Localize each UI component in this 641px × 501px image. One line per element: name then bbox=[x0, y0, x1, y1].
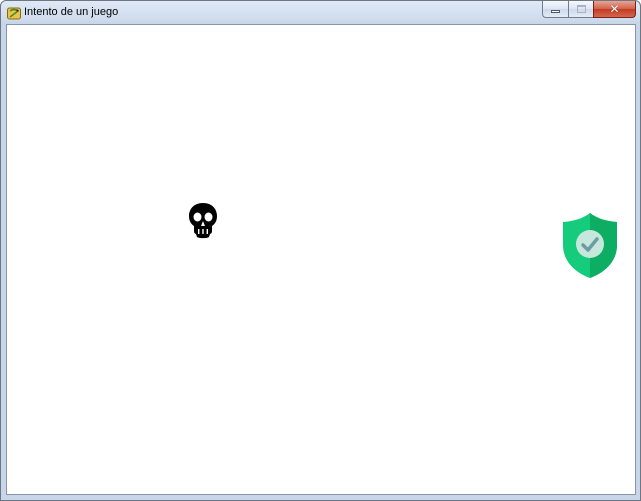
game-window: Intento de un juego ✕ bbox=[0, 0, 641, 501]
close-button[interactable]: ✕ bbox=[593, 1, 636, 18]
skull-icon bbox=[189, 203, 217, 239]
maximize-button bbox=[568, 1, 593, 18]
window-controls: ✕ bbox=[542, 1, 636, 19]
game-canvas[interactable] bbox=[6, 24, 636, 495]
title-bar[interactable]: Intento de un juego ✕ bbox=[1, 1, 640, 24]
close-icon: ✕ bbox=[609, 2, 620, 16]
minimize-icon bbox=[551, 10, 560, 13]
pygame-snake-icon bbox=[7, 7, 21, 20]
window-title: Intento de un juego bbox=[24, 6, 119, 18]
maximize-icon bbox=[577, 5, 586, 13]
minimize-button[interactable] bbox=[542, 1, 568, 18]
shield-check-icon bbox=[563, 213, 617, 278]
